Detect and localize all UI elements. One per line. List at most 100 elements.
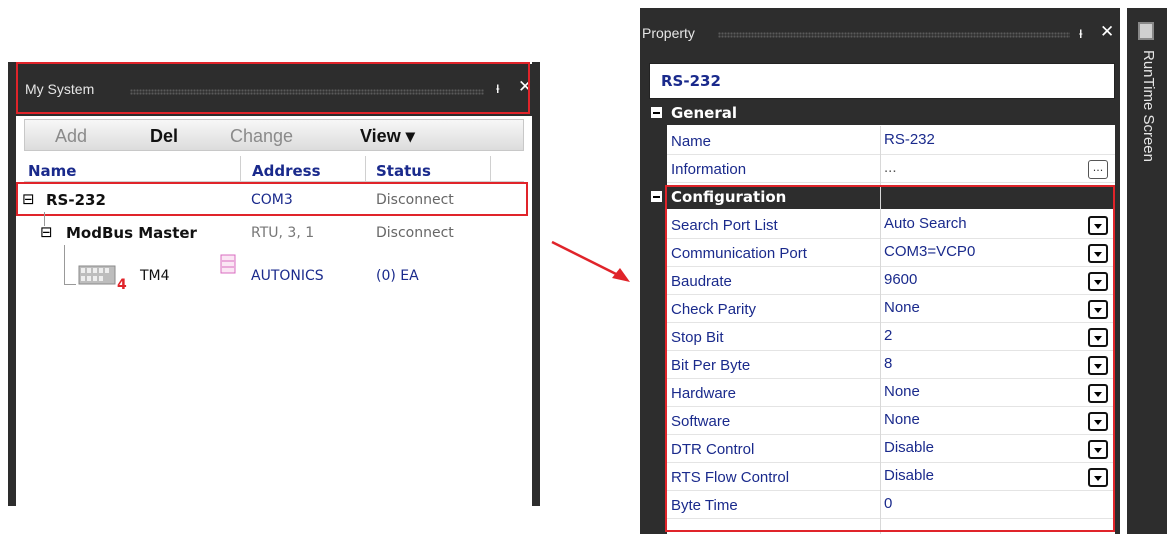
- property-value[interactable]: None: [884, 383, 920, 400]
- column-divider: [240, 156, 241, 182]
- dropdown-arrow-icon[interactable]: [1088, 440, 1108, 459]
- property-name: RTS Flow Control: [671, 469, 790, 486]
- property-name: Communication Port: [671, 245, 807, 262]
- table-row[interactable]: ⊟ ModBus Master RTU, 3, 1 Disconnect: [20, 219, 528, 249]
- column-header-status[interactable]: Status: [376, 162, 431, 180]
- property-value[interactable]: None: [884, 411, 920, 428]
- header-divider: [24, 181, 524, 182]
- row-name: ModBus Master: [66, 224, 197, 242]
- pin-icon[interactable]: ᵼ: [496, 78, 500, 98]
- category-configuration[interactable]: Configuration: [649, 185, 1115, 209]
- collapse-icon[interactable]: [651, 191, 662, 202]
- property-name: Search Port List: [671, 217, 778, 234]
- collapse-icon[interactable]: ⊟: [40, 223, 53, 241]
- my-system-panel: My System ᵼ ✕ Add Del Change View ▾ Name…: [8, 62, 540, 506]
- property-row[interactable]: Baudrate 9600: [667, 267, 1115, 295]
- property-row[interactable]: Communication Port COM3=VCP0: [667, 239, 1115, 267]
- property-row[interactable]: Hardware None: [667, 379, 1115, 407]
- grid-gutter: [649, 101, 667, 534]
- panel-right-border: [532, 62, 540, 506]
- category-label: Configuration: [671, 188, 787, 206]
- dropdown-arrow-icon[interactable]: [1088, 356, 1108, 375]
- my-system-toolbar: Add Del Change View ▾: [24, 119, 524, 151]
- ellipsis-button[interactable]: ...: [1088, 160, 1108, 179]
- column-header-address[interactable]: Address: [252, 162, 321, 180]
- device-count-badge: 4: [117, 277, 127, 293]
- row-address: RTU, 3, 1: [251, 225, 315, 241]
- property-row[interactable]: Information ... ...: [667, 155, 1115, 183]
- dropdown-arrow-icon[interactable]: [1088, 412, 1108, 431]
- property-row[interactable]: Bit Per Byte 8: [667, 351, 1115, 379]
- runtime-screen-tab[interactable]: RunTime Screen: [1127, 8, 1167, 534]
- property-row[interactable]: Byte Time 0: [667, 491, 1115, 519]
- property-row[interactable]: Name RS-232: [667, 127, 1115, 155]
- property-value[interactable]: RS-232: [884, 131, 935, 148]
- grid-column-divider: [880, 126, 881, 534]
- view-menu-button[interactable]: View ▾: [360, 126, 415, 147]
- row-status: Disconnect: [376, 192, 454, 208]
- property-name: Software: [671, 413, 731, 430]
- runtime-screen-label: RunTime Screen: [1140, 50, 1157, 162]
- dropdown-arrow-icon[interactable]: [1088, 468, 1108, 487]
- collapse-icon[interactable]: ⊟: [22, 190, 35, 208]
- my-system-title: My System: [25, 81, 95, 97]
- property-value[interactable]: 2: [884, 327, 892, 344]
- property-name: Name: [671, 133, 712, 150]
- table-row[interactable]: ⊟ RS-232 COM3 Disconnect: [20, 186, 528, 216]
- property-panel: Property ᵼ ✕ RS-232 General Name RS-232 …: [640, 8, 1120, 534]
- property-value[interactable]: Auto Search: [884, 215, 967, 232]
- property-title: Property: [642, 25, 695, 41]
- add-button[interactable]: Add: [55, 126, 87, 147]
- titlebar-grip: [130, 89, 484, 95]
- object-name-label: RS-232: [661, 72, 721, 90]
- property-name: Check Parity: [671, 301, 757, 318]
- dropdown-arrow-icon[interactable]: [1088, 216, 1108, 235]
- dropdown-arrow-icon[interactable]: [1088, 272, 1108, 291]
- dropdown-arrow-icon[interactable]: [1088, 244, 1108, 263]
- property-object-name[interactable]: RS-232: [649, 63, 1115, 99]
- dropdown-arrow-icon[interactable]: [1088, 384, 1108, 403]
- dropdown-arrow-icon[interactable]: [1088, 300, 1108, 319]
- property-name: DTR Control: [671, 441, 755, 458]
- row-name: TM4: [140, 268, 170, 284]
- property-row[interactable]: DTR Control Disable: [667, 435, 1115, 463]
- category-label: General: [671, 104, 737, 122]
- status-list-icon: [220, 254, 236, 274]
- property-name: Stop Bit: [671, 329, 724, 346]
- pin-icon[interactable]: ᵼ: [1079, 23, 1083, 43]
- column-divider: [490, 156, 491, 182]
- close-icon[interactable]: ✕: [1100, 22, 1114, 42]
- table-row[interactable]: 4 TM4 AUTONICS (0) EA: [20, 254, 528, 296]
- collapse-icon[interactable]: [651, 107, 662, 118]
- property-value[interactable]: None: [884, 299, 920, 316]
- property-value[interactable]: 0: [884, 495, 892, 512]
- dropdown-arrow-icon[interactable]: [1088, 328, 1108, 347]
- titlebar-grip: [718, 32, 1070, 38]
- row-status: (0) EA: [376, 268, 419, 284]
- row-name: RS-232: [46, 191, 106, 209]
- property-name: Bit Per Byte: [671, 357, 751, 374]
- my-system-titlebar[interactable]: My System ᵼ ✕: [16, 64, 532, 116]
- property-row[interactable]: Check Parity None: [667, 295, 1115, 323]
- property-value[interactable]: Disable: [884, 467, 934, 484]
- property-value[interactable]: 9600: [884, 271, 917, 288]
- property-row[interactable]: Software None: [667, 407, 1115, 435]
- runtime-screen-icon: [1138, 22, 1154, 40]
- del-button[interactable]: Del: [150, 126, 178, 147]
- change-button[interactable]: Change: [230, 126, 293, 147]
- property-value[interactable]: ...: [884, 159, 897, 176]
- property-row[interactable]: RTS Flow Control Disable: [667, 463, 1115, 491]
- property-value[interactable]: 8: [884, 355, 892, 372]
- column-header-name[interactable]: Name: [28, 162, 76, 180]
- property-grid: General Name RS-232 Information ... ... …: [649, 101, 1115, 534]
- row-address: AUTONICS: [251, 268, 324, 284]
- category-general[interactable]: General: [649, 101, 1115, 125]
- close-icon[interactable]: ✕: [518, 77, 532, 97]
- property-titlebar[interactable]: Property ᵼ ✕: [640, 20, 1120, 48]
- property-name: Hardware: [671, 385, 737, 402]
- property-value[interactable]: Disable: [884, 439, 934, 456]
- property-row[interactable]: Search Port List Auto Search: [667, 211, 1115, 239]
- property-row[interactable]: Stop Bit 2: [667, 323, 1115, 351]
- property-value[interactable]: COM3=VCP0: [884, 243, 975, 260]
- device-module-icon: [78, 265, 116, 285]
